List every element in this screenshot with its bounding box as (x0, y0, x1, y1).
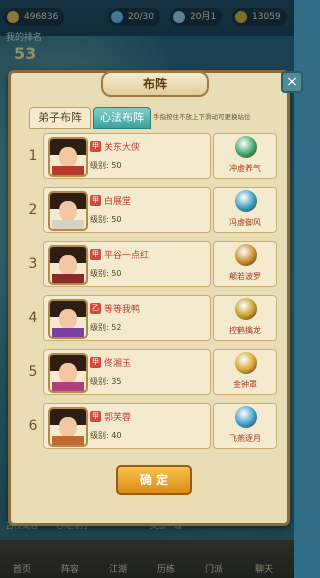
slot-number: 1 (28, 148, 38, 164)
grade-badge: 甲 (90, 249, 101, 260)
disciple-name: 佟湘玉 (104, 359, 132, 369)
disciple-portrait (48, 191, 88, 231)
disciple-level: 级别: 50 (90, 161, 122, 170)
disciple-card[interactable]: 乙 等等我鸭 级别: 52 (43, 295, 211, 341)
skill-card[interactable]: 冲虚养气 (213, 133, 277, 179)
grade-badge: 甲 (90, 141, 101, 152)
disciple-card[interactable]: 甲 关东大侠 级别: 50 (43, 133, 211, 179)
disciple-portrait (48, 407, 88, 447)
close-button[interactable]: × (281, 71, 303, 93)
slot-number: 3 (28, 256, 38, 272)
disciple-name: 等等我鸭 (104, 305, 141, 315)
formation-row[interactable]: 3 甲 平谷一点红 级别: 50 颠若波罗 (21, 239, 277, 289)
disciple-card[interactable]: 甲 平谷一点红 级别: 50 (43, 241, 211, 287)
tab-mind-formation[interactable]: 心法布阵 (93, 107, 151, 129)
skill-card[interactable]: 冯虚御风 (213, 187, 277, 233)
formation-row[interactable]: 1 甲 关东大侠 级别: 50 冲虚养气 (21, 131, 277, 181)
grade-badge: 甲 (90, 357, 101, 368)
disciple-name: 白展堂 (104, 197, 132, 207)
formation-row[interactable]: 4 乙 等等我鸭 级别: 52 控鹤擒龙 (21, 293, 277, 343)
formation-row[interactable]: 5 甲 佟湘玉 级别: 35 金钟罩 (21, 347, 277, 397)
skill-card[interactable]: 颠若波罗 (213, 241, 277, 287)
skill-name: 金钟罩 (233, 380, 257, 389)
disciple-name: 平谷一点红 (104, 251, 150, 261)
formation-dialog: 布阵 × 弟子布阵 心法布阵 手指按住不放上下滑动可更换站位 1 甲 关东大侠 … (8, 70, 303, 526)
disciple-level: 级别: 50 (90, 215, 122, 224)
disciple-level: 级别: 40 (90, 431, 122, 440)
skill-icon (235, 136, 257, 158)
skill-card[interactable]: 控鹤擒龙 (213, 295, 277, 341)
formation-row[interactable]: 6 甲 郭芙蓉 级别: 40 飞燕逐月 (21, 401, 277, 451)
disciple-portrait (48, 137, 88, 177)
disciple-portrait (48, 299, 88, 339)
slot-number: 6 (28, 418, 38, 434)
grade-badge: 乙 (90, 303, 101, 314)
grade-badge: 甲 (90, 195, 101, 206)
skill-icon (235, 244, 257, 266)
disciple-card[interactable]: 甲 佟湘玉 级别: 35 (43, 349, 211, 395)
skill-card[interactable]: 飞燕逐月 (213, 403, 277, 449)
dialog-title: 布阵 (101, 71, 209, 97)
confirm-button[interactable]: 确 定 (116, 465, 192, 495)
skill-card[interactable]: 金钟罩 (213, 349, 277, 395)
disciple-level: 级别: 50 (90, 269, 122, 278)
skill-icon (235, 352, 257, 374)
tab-disciple-formation[interactable]: 弟子布阵 (29, 107, 91, 129)
reorder-hint: 手指按住不放上下滑动可更换站位 (153, 113, 251, 121)
formation-row[interactable]: 2 甲 白展堂 级别: 50 冯虚御风 (21, 185, 277, 235)
skill-icon (235, 190, 257, 212)
disciple-portrait (48, 245, 88, 285)
skill-icon (235, 406, 257, 428)
disciple-name: 郭芙蓉 (104, 413, 132, 423)
disciple-card[interactable]: 甲 白展堂 级别: 50 (43, 187, 211, 233)
skill-name: 飞燕逐月 (229, 434, 261, 443)
disciple-name: 关东大侠 (104, 143, 141, 153)
skill-icon (235, 298, 257, 320)
grade-badge: 甲 (90, 411, 101, 422)
skill-name: 控鹤擒龙 (229, 326, 261, 335)
skill-name: 颠若波罗 (229, 272, 261, 281)
slot-number: 4 (28, 310, 38, 326)
skill-name: 冯虚御风 (229, 218, 261, 227)
slot-number: 5 (28, 364, 38, 380)
slot-number: 2 (28, 202, 38, 218)
skill-name: 冲虚养气 (229, 164, 261, 173)
disciple-level: 级别: 35 (90, 377, 122, 386)
disciple-level: 级别: 52 (90, 323, 122, 332)
disciple-card[interactable]: 甲 郭芙蓉 级别: 40 (43, 403, 211, 449)
disciple-portrait (48, 353, 88, 393)
